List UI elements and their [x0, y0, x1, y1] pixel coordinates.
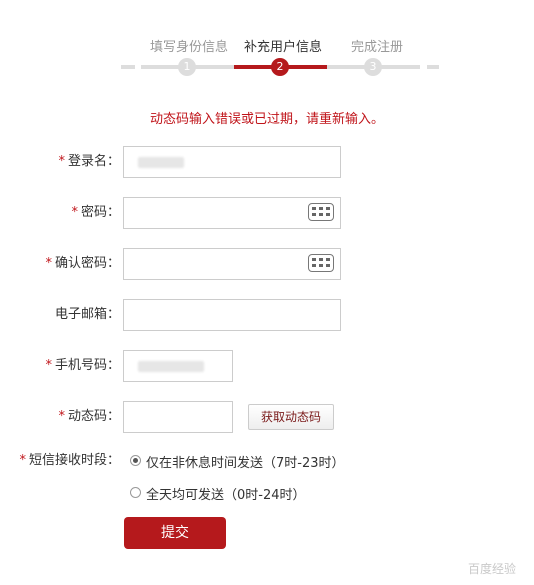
confirm-password-label: * 确认密码： [45, 256, 120, 271]
step-label-3: 完成注册 [351, 40, 404, 55]
phone-row: * 手机号码： [0, 350, 534, 382]
email-input[interactable] [123, 299, 341, 331]
login-name-input[interactable] [123, 146, 341, 178]
sms-option-1-radio[interactable] [130, 455, 141, 466]
redacted-value [138, 157, 184, 168]
step-circle-2: 2 [271, 58, 289, 76]
required-mark: * [58, 409, 65, 424]
sms-option-1-label[interactable]: 仅在非休息时间发送（7时-23时） [146, 452, 345, 471]
phone-input[interactable] [123, 350, 233, 382]
code-input[interactable] [123, 401, 233, 433]
password-row: * 密码： [0, 197, 534, 229]
submit-button[interactable]: 提交 [124, 517, 226, 549]
progress-bar-end [427, 65, 439, 69]
sms-option-2-label[interactable]: 全天均可发送（0时-24时） [146, 484, 306, 503]
step-circle-3: 3 [364, 58, 382, 76]
sms-time-label: * 短信接收时段： [19, 453, 120, 468]
required-mark: * [45, 256, 52, 271]
email-row: 电子邮箱： [0, 299, 534, 331]
sms-option-2-radio[interactable] [130, 487, 141, 498]
phone-label: * 手机号码： [45, 358, 120, 373]
email-label: 电子邮箱： [54, 307, 120, 322]
progress-steps: 填写身份信息 补充用户信息 完成注册 1 2 3 [0, 0, 534, 90]
confirm-password-input[interactable] [123, 248, 341, 280]
sms-time-row-2: 全天均可发送（0时-24时） [0, 477, 534, 509]
progress-bar-start [121, 65, 135, 69]
required-mark: * [45, 358, 52, 373]
confirm-password-row: * 确认密码： [0, 248, 534, 280]
keyboard-icon[interactable] [308, 203, 334, 221]
required-mark: * [58, 154, 65, 169]
required-mark: * [71, 205, 78, 220]
password-input[interactable] [123, 197, 341, 229]
login-name-label: * 登录名： [58, 154, 120, 169]
step-label-1: 填写身份信息 [150, 40, 229, 55]
password-label: * 密码： [71, 205, 120, 220]
sms-time-row: * 短信接收时段： 仅在非休息时间发送（7时-23时） [0, 445, 534, 477]
redacted-value [138, 361, 204, 372]
step-label-2: 补充用户信息 [244, 40, 323, 55]
code-label: * 动态码： [58, 409, 120, 424]
login-name-row: * 登录名： [0, 146, 534, 178]
watermark: 百度经验 [467, 562, 516, 576]
keyboard-icon[interactable] [308, 254, 334, 272]
code-row: * 动态码： 获取动态码 [0, 401, 534, 433]
required-mark: * [19, 453, 26, 468]
error-message: 动态码输入错误或已过期，请重新输入。 [149, 112, 384, 127]
get-code-button[interactable]: 获取动态码 [248, 404, 334, 430]
step-circle-1: 1 [178, 58, 196, 76]
